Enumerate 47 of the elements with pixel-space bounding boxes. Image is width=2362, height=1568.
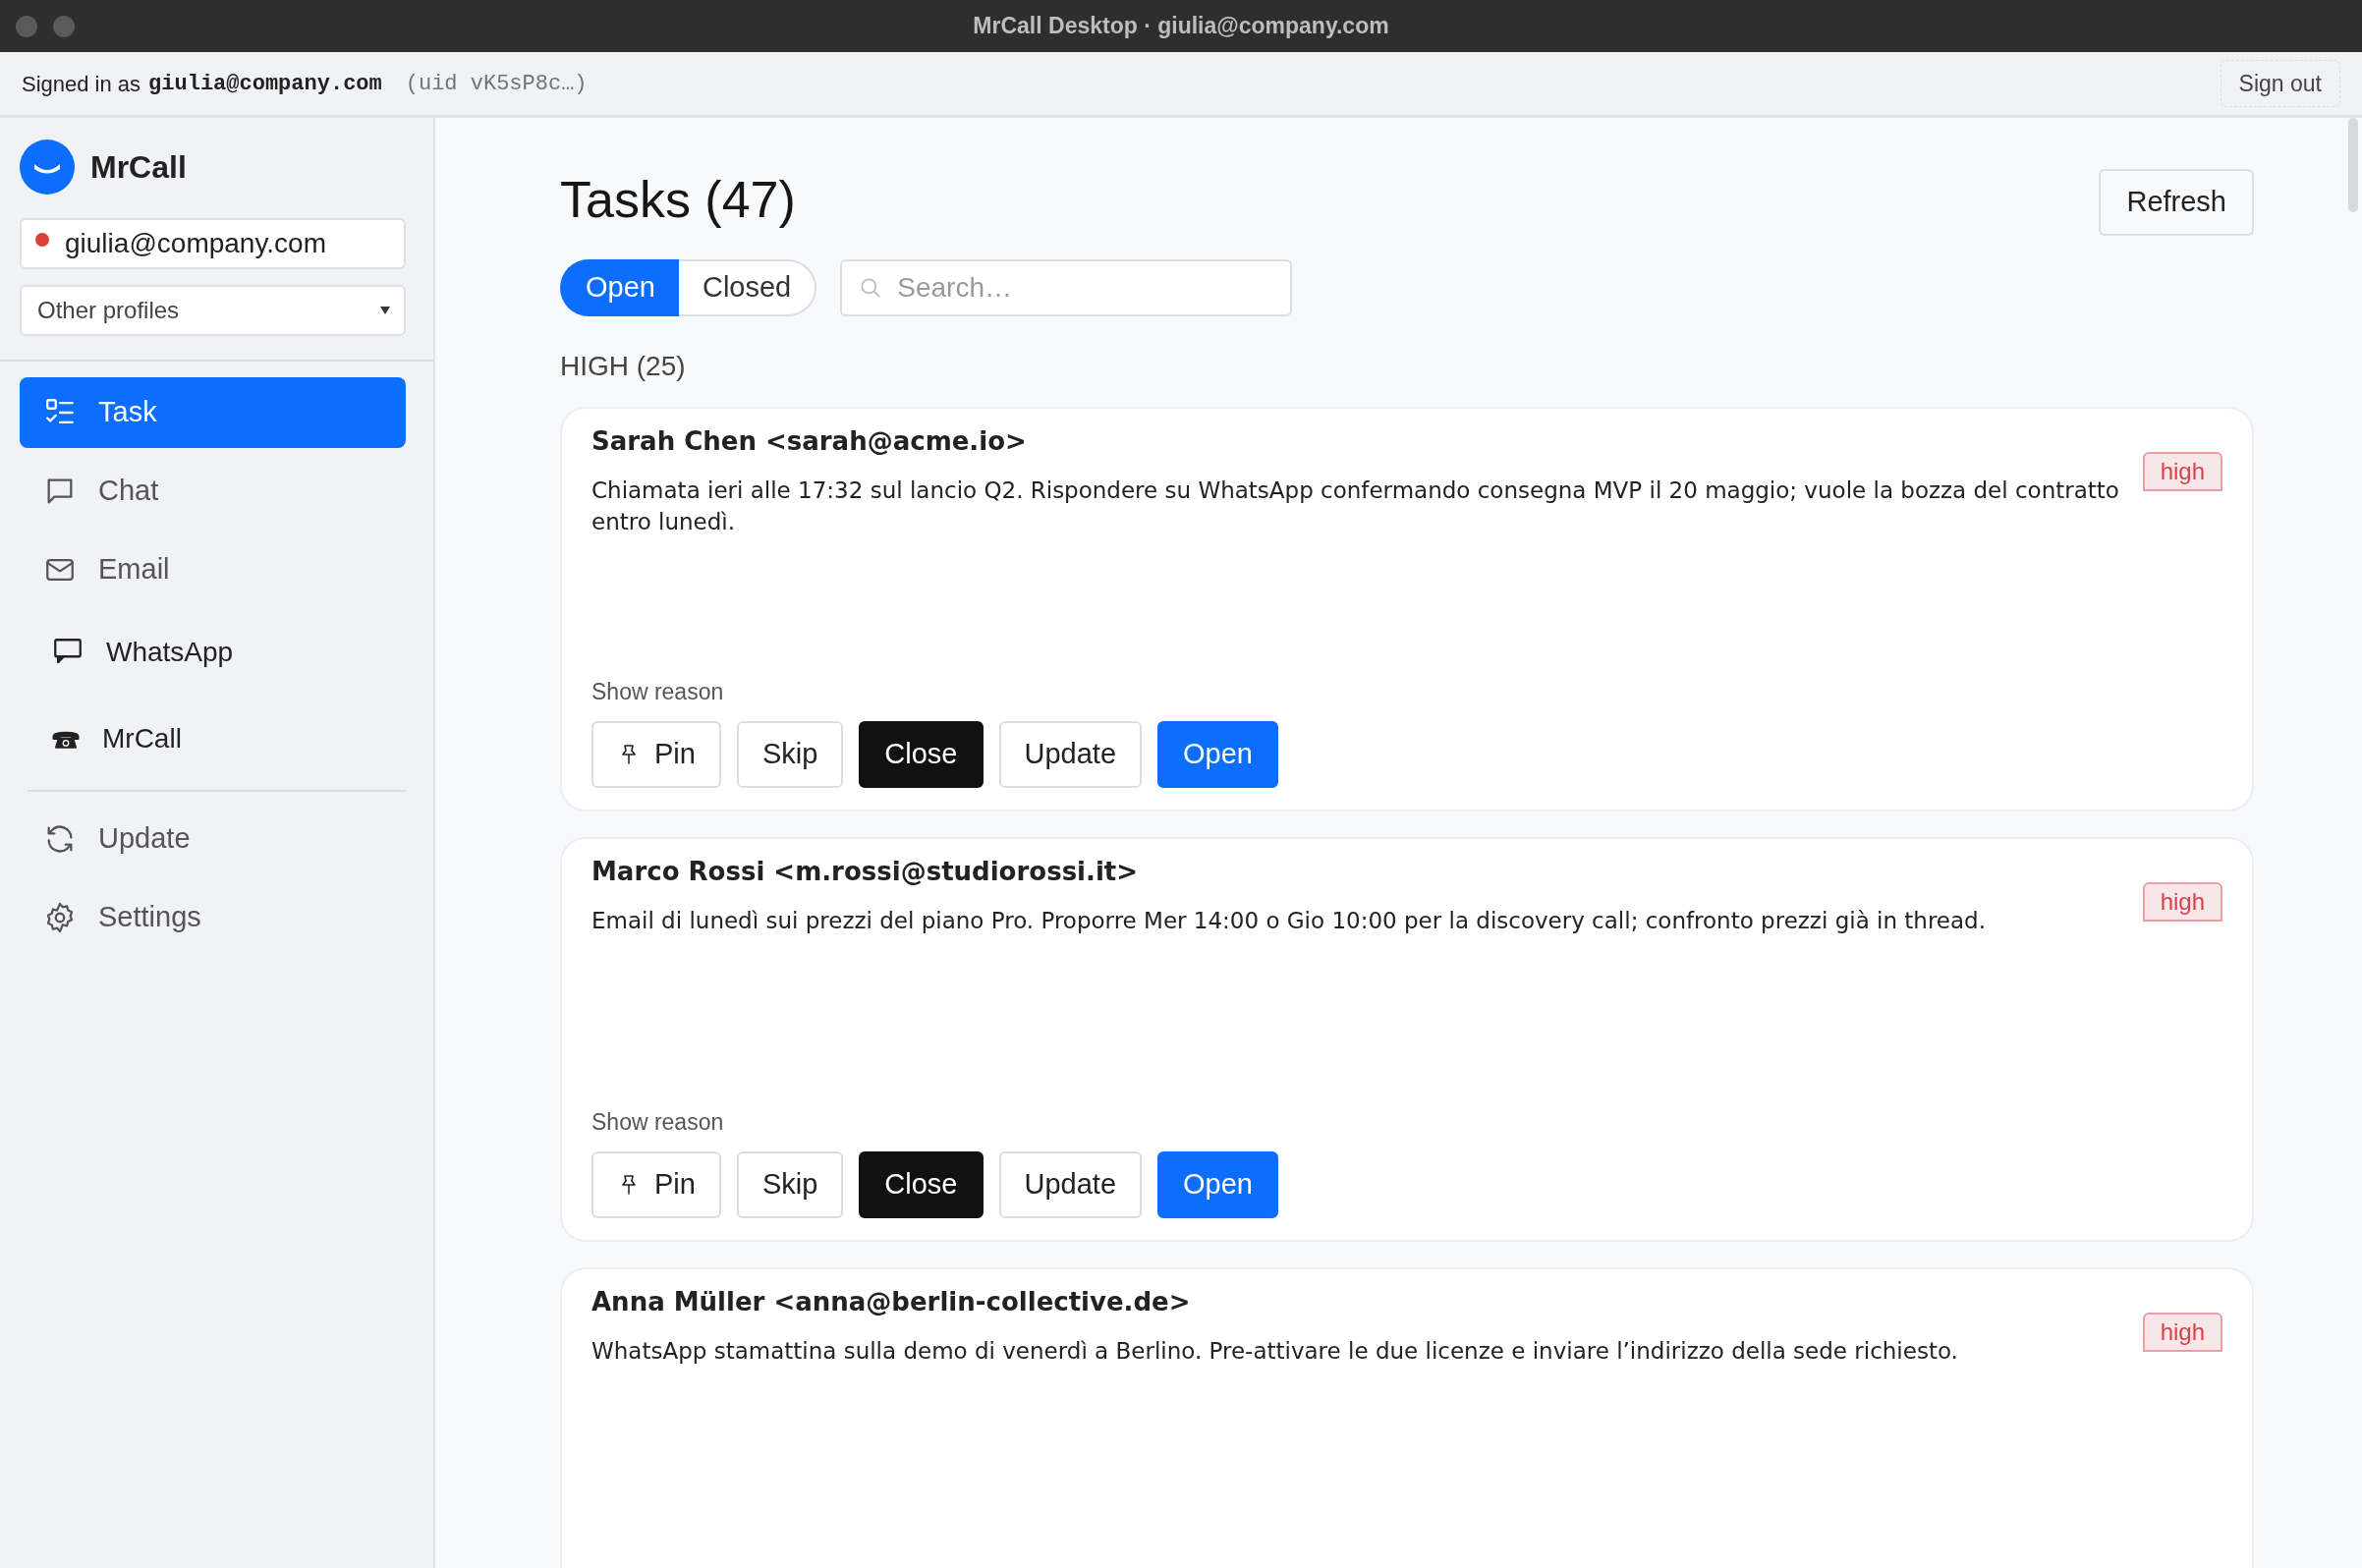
- account-field[interactable]: giulia@company.com: [20, 218, 406, 269]
- priority-tag: high: [2142, 881, 2222, 922]
- action-button[interactable]: Pin: [591, 720, 721, 788]
- action-button[interactable]: Open: [1157, 720, 1278, 788]
- scrollbar[interactable]: [2348, 118, 2358, 212]
- action-button[interactable]: Skip: [736, 720, 844, 788]
- contact-name: Anna Müller <anna@berlin-collective.de>: [591, 1285, 1192, 1318]
- profile-dropdown[interactable]: Other profiles: [20, 285, 406, 336]
- action-button[interactable]: Update: [998, 720, 1142, 788]
- nav-item[interactable]: Email: [20, 534, 406, 605]
- nav-item[interactable]: MrCall: [20, 700, 406, 778]
- priority-tag: high: [2142, 1312, 2222, 1352]
- priority-tag: high: [2142, 451, 2222, 491]
- contact-name: Marco Rossi <m.rossi@studiorossi.it>: [591, 855, 1140, 888]
- task-summary: WhatsApp stamattina sulla demo di venerdì a Berlino. Pre-attivare le due licenze e inviare l’indirizzo della sede richiesto.: [591, 1336, 1958, 1366]
- user-email: giulia@company.com: [148, 70, 382, 98]
- signed-in-label: Signed in as: [22, 70, 141, 98]
- window-minimize-button[interactable]: [53, 15, 75, 37]
- user-id: (uid vK5sP8c…): [405, 70, 588, 98]
- search-field[interactable]: Search…: [840, 258, 1293, 316]
- action-button[interactable]: Update: [998, 1150, 1142, 1218]
- refresh-button[interactable]: Refresh: [2099, 169, 2254, 236]
- nav-item[interactable]: Settings: [20, 882, 406, 953]
- action-button[interactable]: Close: [859, 1150, 984, 1218]
- nav-item[interactable]: WhatsApp: [20, 613, 406, 692]
- window-title: MrCall Desktop · giulia@company.com: [973, 12, 1389, 41]
- filter-tab[interactable]: Open: [560, 258, 679, 316]
- action-button[interactable]: Skip: [736, 1150, 844, 1218]
- show-reason-link[interactable]: Show reason: [591, 675, 724, 709]
- page-title: Tasks (47): [560, 170, 796, 230]
- action-button[interactable]: Close: [859, 720, 984, 788]
- nav-item[interactable]: Chat: [20, 456, 406, 527]
- action-button[interactable]: Open: [1157, 1150, 1278, 1218]
- nav-item[interactable]: Task: [20, 377, 406, 448]
- logo-icon: [20, 140, 75, 195]
- sign-out-button[interactable]: Sign out: [2220, 59, 2340, 108]
- show-reason-link[interactable]: Show reason: [591, 1105, 724, 1140]
- group-heading: HIGH (25): [560, 349, 687, 383]
- task-summary: Chiamata ieri alle 17:32 sul lancio Q2. Rispondere su WhatsApp confermando consegna MVP il 20 maggio; vuole la bozza del contratto entro lunedì.: [591, 476, 2120, 536]
- window-close-button[interactable]: [16, 15, 37, 37]
- contact-name: Sarah Chen <sarah@acme.io>: [591, 424, 1028, 458]
- filter-tab[interactable]: Closed: [678, 258, 817, 316]
- nav-item[interactable]: Update: [20, 804, 406, 874]
- action-button[interactable]: Pin: [591, 1150, 721, 1218]
- task-summary: Email di lunedì sui prezzi del piano Pro. Proporre Mer 14:00 o Gio 10:00 per la discovery call; confronto prezzi già in thread.: [591, 906, 1986, 935]
- app-name: MrCall: [90, 148, 187, 187]
- caret-icon: [380, 307, 390, 314]
